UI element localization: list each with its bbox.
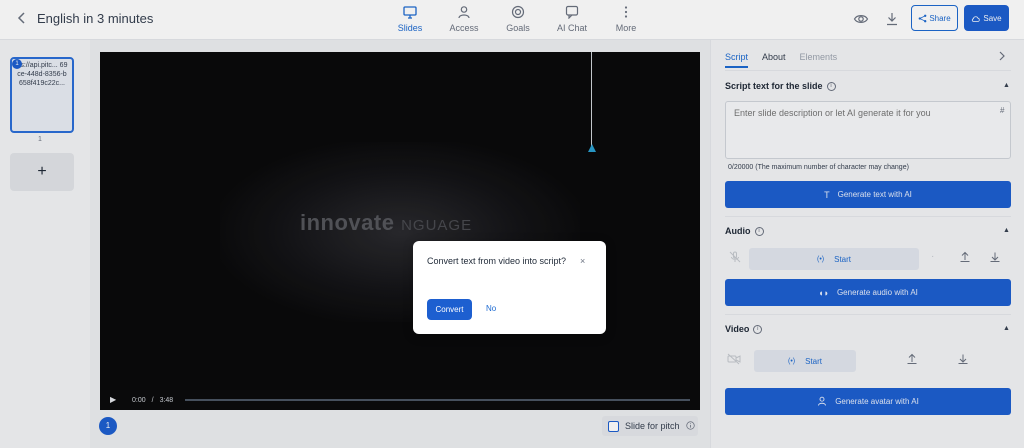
no-button[interactable]: No [486,304,496,313]
modal-overlay [0,0,1024,448]
close-icon[interactable]: × [580,256,585,266]
convert-button[interactable]: Convert [427,299,472,320]
convert-dialog: Convert text from video into script? × C… [413,241,606,334]
dialog-title: Convert text from video into script? [427,256,567,266]
